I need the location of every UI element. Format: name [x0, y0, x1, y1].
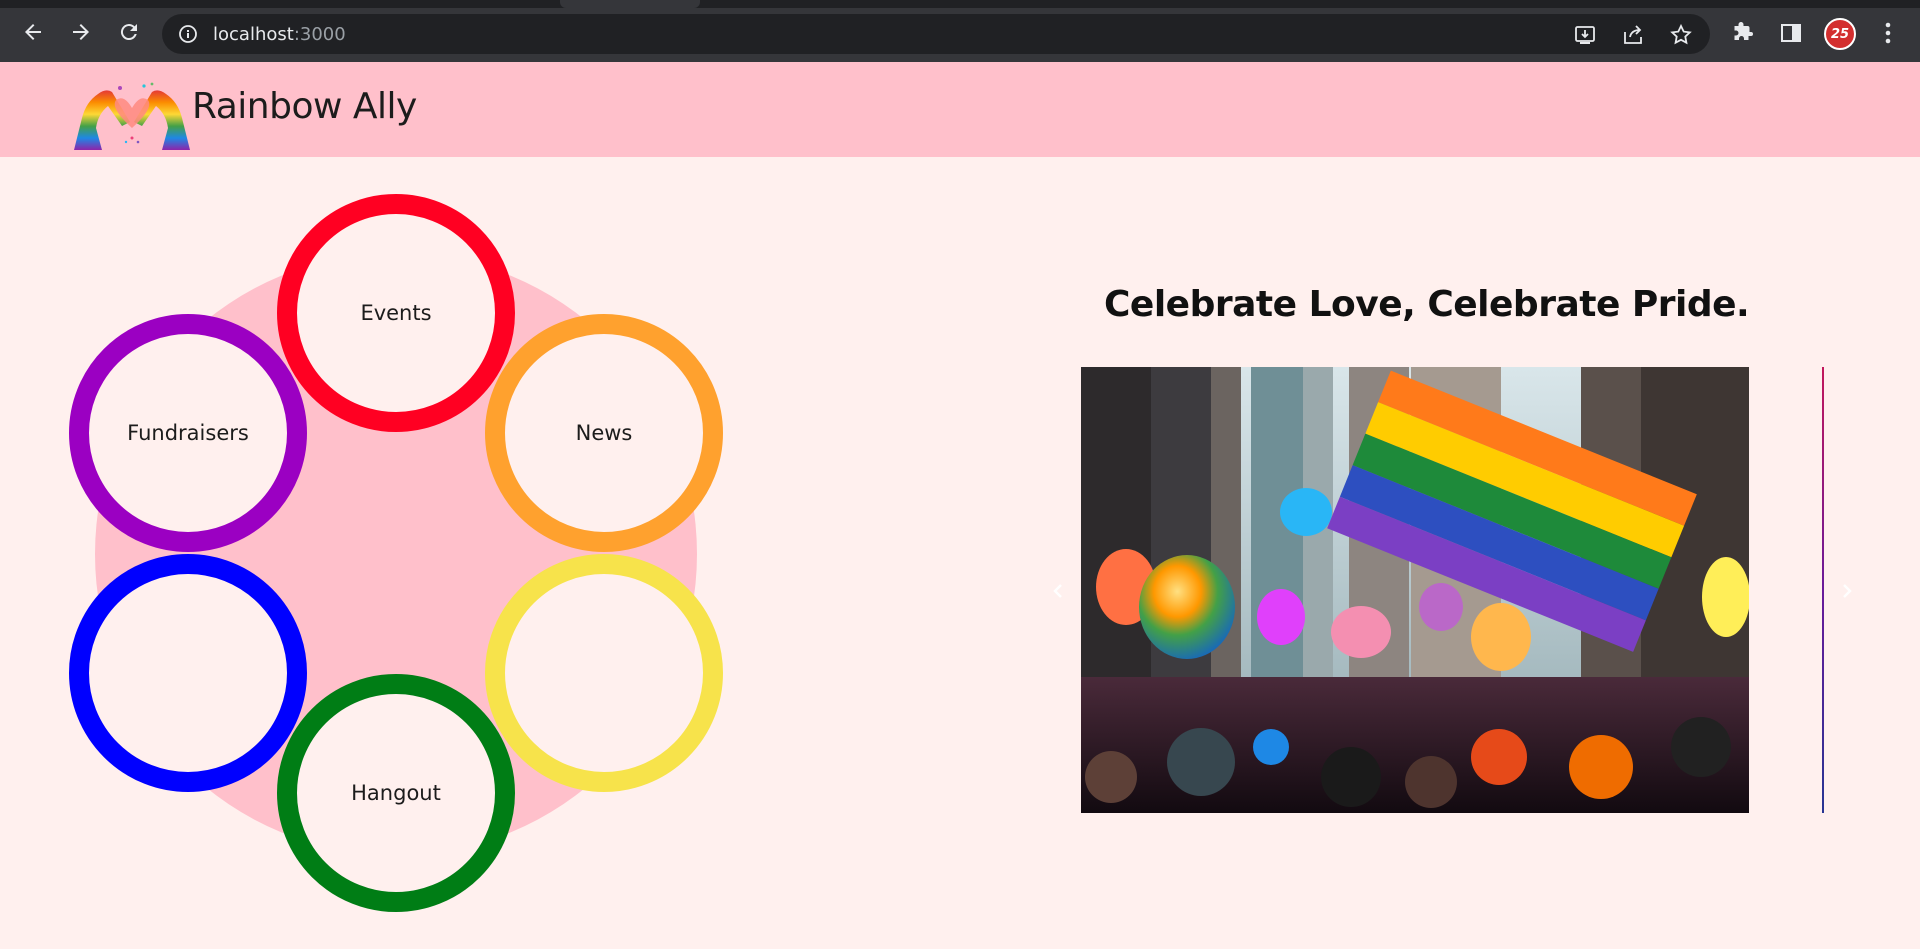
yellow-ring-button[interactable]	[485, 554, 723, 792]
side-panel-icon[interactable]	[1778, 20, 1804, 46]
browser-toolbar: localhost:3000 25	[0, 0, 1920, 62]
url-host: localhost	[213, 24, 294, 45]
extensions-icon[interactable]	[1730, 20, 1756, 46]
install-icon[interactable]	[1574, 24, 1596, 46]
share-icon[interactable]	[1622, 24, 1644, 46]
hangout-ring-button[interactable]: Hangout	[277, 674, 515, 912]
news-label: News	[575, 421, 633, 445]
info-icon[interactable]	[178, 24, 198, 44]
address-bar[interactable]: localhost:3000	[162, 14, 1710, 54]
blue-ring-button[interactable]	[69, 554, 307, 792]
chevron-right-icon[interactable]	[1831, 576, 1861, 606]
reload-icon[interactable]	[114, 17, 144, 47]
carousel-slide-pride-parade[interactable]	[1081, 367, 1749, 813]
rainbow-hands-heart-logo[interactable]	[72, 80, 192, 150]
back-icon[interactable]	[18, 17, 48, 47]
events-ring-button[interactable]: Events	[277, 194, 515, 432]
hero-headline: Celebrate Love, Celebrate Pride.	[1104, 284, 1750, 325]
news-ring-button[interactable]: News	[485, 314, 723, 552]
tab-strip	[0, 0, 1920, 8]
more-menu-icon[interactable]	[1878, 20, 1898, 46]
fundraisers-ring-button[interactable]: Fundraisers	[69, 314, 307, 552]
site-header: Rainbow Ally	[0, 62, 1920, 157]
hangout-label: Hangout	[351, 781, 441, 805]
url-port: :3000	[293, 24, 346, 45]
fundraisers-label: Fundraisers	[127, 421, 249, 445]
pride-parade-photo	[1081, 367, 1749, 813]
bookmark-star-icon[interactable]	[1670, 23, 1692, 46]
brand-title[interactable]: Rainbow Ally	[192, 86, 417, 127]
profile-avatar[interactable]: 25	[1824, 18, 1856, 50]
url-text: localhost:3000	[213, 24, 346, 45]
active-tab[interactable]	[560, 0, 700, 8]
next-slide-edge	[1822, 367, 1824, 813]
chevron-left-icon[interactable]	[1044, 576, 1074, 606]
events-label: Events	[360, 301, 432, 325]
forward-icon[interactable]	[66, 17, 96, 47]
